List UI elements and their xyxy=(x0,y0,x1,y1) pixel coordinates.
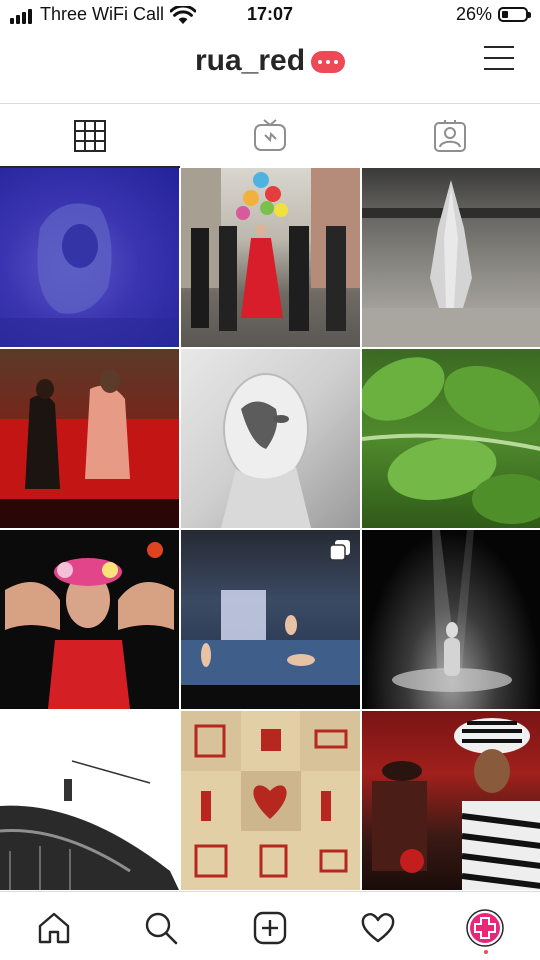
post-image xyxy=(221,373,311,528)
tab-grid[interactable] xyxy=(0,104,180,168)
battery-icon xyxy=(498,7,531,22)
post-image xyxy=(0,369,179,528)
more-options-badge-icon[interactable] xyxy=(311,51,346,73)
profile-tabs xyxy=(0,104,540,168)
status-bar: Three WiFi Call 17:07 26% xyxy=(0,0,540,32)
grid-icon xyxy=(74,120,106,152)
post-thumbnail[interactable] xyxy=(181,530,360,709)
tab-tagged[interactable] xyxy=(360,104,540,168)
search-icon[interactable] xyxy=(143,910,179,946)
post-thumbnail[interactable] xyxy=(362,349,540,528)
post-thumbnail[interactable] xyxy=(0,530,179,709)
bottom-navigation xyxy=(0,891,540,960)
post-thumbnail[interactable] xyxy=(181,168,360,347)
hamburger-menu-icon[interactable] xyxy=(484,46,514,72)
battery-level xyxy=(502,11,508,18)
battery-percent: 26% xyxy=(456,4,493,24)
profile-header: rua_red xyxy=(0,32,540,104)
post-image xyxy=(392,530,512,692)
post-thumbnail[interactable] xyxy=(181,349,360,528)
post-image xyxy=(372,718,540,890)
tagged-icon xyxy=(434,120,466,152)
post-thumbnail[interactable] xyxy=(0,168,179,347)
post-thumbnail[interactable] xyxy=(362,168,540,347)
post-image xyxy=(5,542,174,709)
profile-icon xyxy=(466,909,504,947)
post-image xyxy=(181,168,360,331)
multiple-posts-icon xyxy=(329,540,350,561)
post-image xyxy=(0,203,179,347)
igtv-icon xyxy=(254,119,286,151)
post-thumbnail[interactable] xyxy=(362,711,540,890)
post-image xyxy=(362,357,540,524)
posts-grid xyxy=(0,168,540,891)
post-thumbnail[interactable] xyxy=(362,530,540,709)
profile-avatar[interactable] xyxy=(466,909,504,947)
profile-username[interactable]: rua_red xyxy=(195,44,305,78)
post-image xyxy=(362,180,540,347)
new-post-icon[interactable] xyxy=(252,910,288,946)
post-thumbnail[interactable] xyxy=(0,349,179,528)
post-image xyxy=(0,760,179,890)
notification-dot xyxy=(484,950,488,954)
tab-igtv[interactable] xyxy=(180,104,360,168)
post-thumbnail[interactable] xyxy=(0,711,179,890)
post-thumbnail[interactable] xyxy=(181,711,360,890)
activity-heart-icon[interactable] xyxy=(360,910,396,946)
post-image xyxy=(181,711,360,878)
home-icon[interactable] xyxy=(36,910,72,946)
